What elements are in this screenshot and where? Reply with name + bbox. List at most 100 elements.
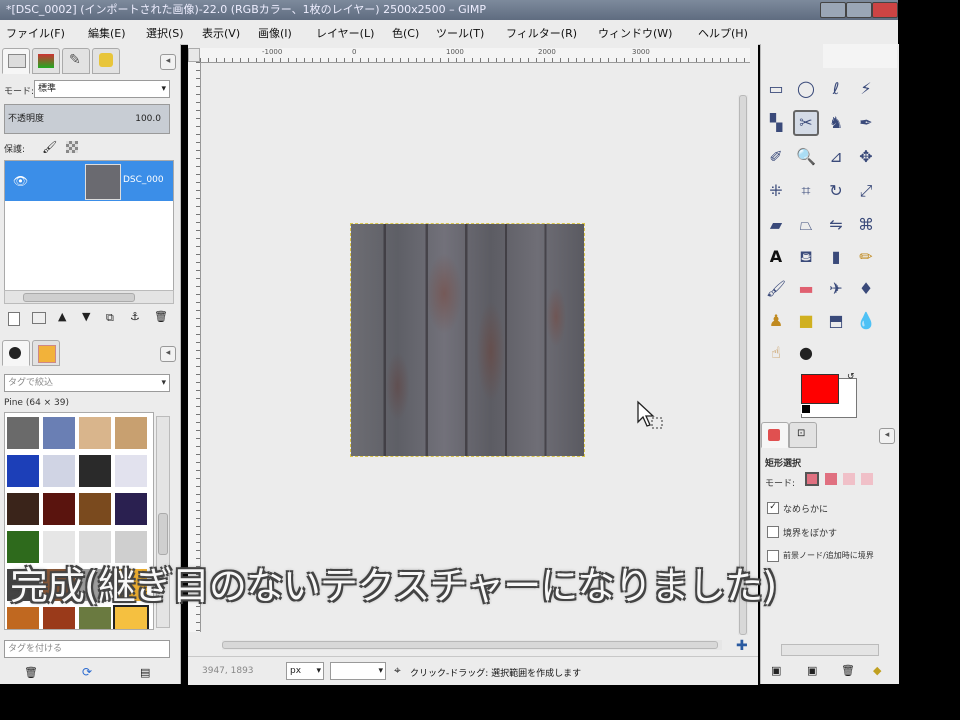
align-tool-icon[interactable]: ⁜: [763, 178, 789, 204]
tab-tool-options[interactable]: [761, 422, 789, 448]
pattern-swatch[interactable]: [79, 417, 111, 449]
delete-options-icon[interactable]: 🗑: [841, 664, 855, 677]
mode-add-icon[interactable]: [825, 473, 837, 485]
text-tool-icon[interactable]: A: [763, 244, 789, 270]
opacity-slider[interactable]: 不透明度 100.0: [4, 104, 170, 134]
unit-select[interactable]: px ▾: [286, 662, 324, 680]
new-layer-group-icon[interactable]: [32, 312, 46, 324]
pattern-swatch[interactable]: [7, 417, 39, 449]
edit-pattern-icon[interactable]: 🗑: [24, 666, 38, 679]
perspective-clone-tool-icon[interactable]: ⬒: [823, 308, 849, 334]
scroll-thumb[interactable]: [158, 513, 168, 555]
pattern-swatch[interactable]: [43, 493, 75, 525]
refresh-patterns-icon[interactable]: ⟳: [82, 665, 92, 679]
heal-tool-icon[interactable]: ■: [793, 308, 819, 334]
tab-paths[interactable]: ✎: [62, 48, 90, 74]
tag-input[interactable]: タグを付ける: [4, 640, 170, 658]
tab-layers[interactable]: [2, 48, 30, 74]
swap-colors-icon[interactable]: ↺: [847, 372, 855, 382]
save-options-icon[interactable]: ▣: [771, 664, 781, 677]
vertical-ruler[interactable]: [188, 62, 201, 632]
pattern-swatch[interactable]: [43, 417, 75, 449]
panel-menu-button-2[interactable]: ◂: [160, 346, 176, 362]
pattern-swatch[interactable]: [79, 455, 111, 487]
clone-tool-icon[interactable]: ♟: [763, 308, 789, 334]
bucket-fill-tool-icon[interactable]: ⛾: [793, 244, 819, 270]
panel-menu-button-3[interactable]: ◂: [879, 428, 895, 444]
layer-name[interactable]: DSC_000: [123, 175, 164, 185]
duplicate-layer-icon[interactable]: ⧉: [106, 311, 114, 325]
antialias-checkbox[interactable]: ✓: [767, 502, 779, 514]
scroll-thumb[interactable]: [23, 293, 135, 302]
airbrush-tool-icon[interactable]: ✈: [823, 276, 849, 302]
pattern-swatch[interactable]: [115, 455, 147, 487]
rect-select-tool-icon[interactable]: ▭: [763, 76, 789, 102]
menu-select[interactable]: 選択(S): [146, 25, 184, 41]
menu-windows[interactable]: ウィンドウ(W): [598, 25, 672, 41]
scroll-thumb[interactable]: [739, 95, 747, 635]
close-button[interactable]: [872, 2, 898, 18]
perspective-tool-icon[interactable]: ⏢: [793, 212, 819, 238]
delete-layer-icon[interactable]: 🗑: [154, 310, 168, 323]
canvas-horizontal-scrollbar[interactable]: [222, 640, 722, 650]
measure-tool-icon[interactable]: ⊿: [823, 144, 849, 170]
zoom-select[interactable]: ▾: [330, 662, 386, 680]
menu-view[interactable]: 表示(V): [202, 25, 240, 41]
flip-tool-icon[interactable]: ⇋: [823, 212, 849, 238]
zoom-tool-icon[interactable]: 🔍: [793, 144, 819, 170]
blend-tool-icon[interactable]: ▮: [823, 244, 849, 270]
blur-tool-icon[interactable]: 💧: [853, 308, 879, 334]
eye-icon[interactable]: 👁: [13, 174, 28, 188]
raise-layer-icon[interactable]: ▲: [58, 310, 66, 323]
menu-image[interactable]: 画像(I): [258, 25, 292, 41]
fuzzy-select-tool-icon[interactable]: ⚡: [853, 76, 879, 102]
foreground-color-swatch[interactable]: [801, 374, 839, 404]
tab-undo[interactable]: [92, 48, 120, 74]
menu-filters[interactable]: フィルター(R): [506, 25, 577, 41]
pattern-swatch[interactable]: [7, 531, 39, 563]
menu-tools[interactable]: ツール(T): [436, 25, 484, 41]
scroll-thumb[interactable]: [222, 641, 718, 649]
pattern-swatch[interactable]: [79, 493, 111, 525]
scale-tool-icon[interactable]: ⤢: [853, 178, 879, 204]
new-layer-icon[interactable]: [8, 312, 20, 326]
lock-pixels-icon[interactable]: 🖌: [42, 140, 57, 154]
reset-options-icon[interactable]: ◆: [873, 664, 881, 677]
smudge-tool-icon[interactable]: ☝: [763, 340, 789, 366]
mode-intersect-icon[interactable]: [861, 473, 873, 485]
eraser-tool-icon[interactable]: ▬: [793, 276, 819, 302]
restore-options-icon[interactable]: ▣: [807, 664, 817, 677]
mode-select[interactable]: 標準 ▾: [34, 80, 170, 98]
pattern-swatch[interactable]: [7, 493, 39, 525]
maximize-button[interactable]: [846, 2, 872, 18]
menu-layer[interactable]: レイヤー(L): [316, 25, 374, 41]
open-pattern-icon[interactable]: ▤: [140, 666, 150, 679]
image-canvas[interactable]: [350, 223, 585, 457]
pattern-swatch[interactable]: [115, 417, 147, 449]
pattern-swatch[interactable]: [79, 531, 111, 563]
tab-patterns[interactable]: [32, 340, 60, 366]
minimize-button[interactable]: [820, 2, 846, 18]
tag-filter-input[interactable]: タグで絞込 ▾: [4, 374, 170, 392]
menu-edit[interactable]: 編集(E): [88, 25, 126, 41]
scissors-select-tool-icon[interactable]: ✂: [793, 110, 819, 136]
pencil-tool-icon[interactable]: ✏: [853, 244, 879, 270]
lower-layer-icon[interactable]: ▼: [82, 310, 90, 323]
dodge-burn-tool-icon[interactable]: ●: [793, 340, 819, 366]
horizontal-ruler[interactable]: -1000 0 1000 2000 3000: [200, 48, 750, 63]
quick-mask-corner[interactable]: [188, 48, 200, 62]
feather-edges-checkbox[interactable]: [767, 526, 779, 538]
shear-tool-icon[interactable]: ▰: [763, 212, 789, 238]
canvas-vertical-scrollbar[interactable]: [738, 95, 748, 635]
panel-menu-button[interactable]: ◂: [160, 54, 176, 70]
pattern-swatch[interactable]: [43, 531, 75, 563]
cage-transform-tool-icon[interactable]: ⌘: [853, 212, 879, 238]
default-colors-icon[interactable]: [801, 404, 811, 414]
tab-brushes[interactable]: [2, 340, 30, 366]
color-picker-tool-icon[interactable]: ✐: [763, 144, 789, 170]
move-tool-icon[interactable]: ✥: [853, 144, 879, 170]
foreground-select-tool-icon[interactable]: ♞: [823, 110, 849, 136]
lock-alpha-icon[interactable]: [66, 141, 78, 153]
paths-tool-icon[interactable]: ✒: [853, 110, 879, 136]
navigate-icon[interactable]: ✚: [736, 638, 748, 654]
